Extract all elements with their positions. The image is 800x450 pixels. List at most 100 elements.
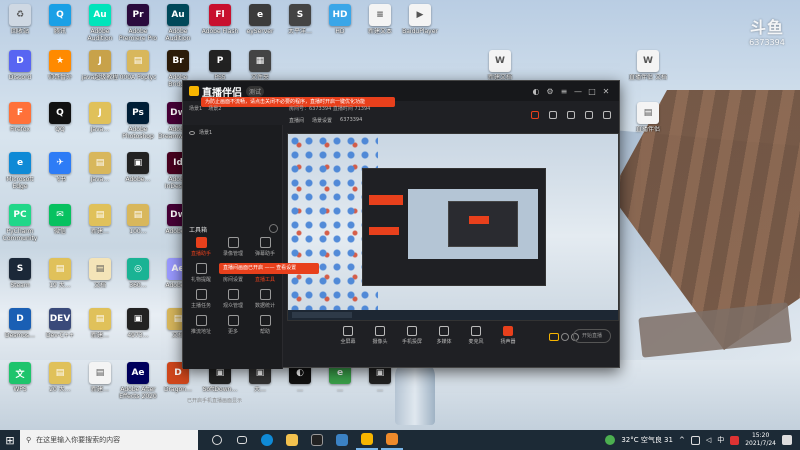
desktop-icon[interactable]: Ps Adobe Photoshop <box>118 100 158 144</box>
desktop-icon[interactable]: PC PyCharm Community <box>0 202 40 246</box>
red-tray-icon[interactable] <box>730 435 740 445</box>
toolbox-item[interactable]: 观众管理 <box>217 289 249 309</box>
desktop-icon[interactable]: ▣ 4973… <box>118 306 158 350</box>
menu-icon[interactable]: ≡ <box>557 87 571 96</box>
desktop-icon[interactable]: ◎ 360… <box>118 256 158 300</box>
toolbox-item[interactable]: 更多 <box>217 315 249 335</box>
desktop-icon[interactable]: ▤ 新建… <box>80 360 120 404</box>
douyu-app-icon[interactable] <box>356 430 378 450</box>
toolbox-popup[interactable]: 直播间画面已开启 —— 查看设置 <box>219 263 319 274</box>
desktop-icon[interactable]: Q 腾讯 <box>40 2 80 46</box>
language-indicator[interactable]: 中 <box>717 435 724 445</box>
live-streaming-app-window[interactable]: 直播伴侣 测试 ◐ ⚙ ≡ — □ ✕ 为防止画面不流畅，请点击关闭不必要的程序… <box>182 80 620 404</box>
desktop-icon[interactable]: ✉ 微信 <box>40 202 80 246</box>
desktop-icon[interactable]: 文 WPS <box>0 360 40 404</box>
desktop-icon[interactable]: ▤ 19 大… <box>40 256 80 300</box>
toolbox-item[interactable]: 弹幕助手 <box>249 237 281 257</box>
desktop-icon[interactable]: ▣ Adobe… <box>118 150 158 194</box>
toolbox-item[interactable]: 数据统计 <box>249 289 281 309</box>
info-item[interactable]: 场景设置 <box>312 117 332 124</box>
layout-icon[interactable] <box>549 111 557 119</box>
desktop-icon[interactable]: ≡ 新建文本 <box>360 2 400 46</box>
desktop-icon[interactable]: ✈ 飞书 <box>40 150 80 194</box>
desktop-icon[interactable]: ♻ 回收站 <box>0 2 40 46</box>
desktop-icon[interactable]: ▤ 20 大… <box>40 360 80 404</box>
close-button[interactable]: ✕ <box>599 87 613 96</box>
chrome-tray-icon[interactable] <box>605 435 616 445</box>
toolbox-item[interactable]: 主播任务 <box>185 289 217 309</box>
volume-icon[interactable]: ◁ <box>706 436 711 444</box>
desktop-icon[interactable]: Fl Adobe Flash <box>200 2 240 46</box>
desktop-icon[interactable]: W 直播伴侣 文档 <box>628 48 668 92</box>
taskview-icon[interactable] <box>231 430 253 450</box>
clock[interactable]: 15:20 2021/7/24 <box>745 432 776 448</box>
desktop-icon[interactable]: Q QQ <box>40 100 80 144</box>
desktop-icon[interactable]: ★ 帅哥番外 <box>40 48 80 92</box>
desktop-icon[interactable]: D Desmos… <box>0 306 40 350</box>
info-item[interactable]: 直播间 <box>289 117 304 124</box>
weather-text[interactable]: 32°C 空气良 31 <box>621 435 673 445</box>
taskbar-search[interactable]: ⚲ 在这里输入你要搜索的内容 <box>20 430 198 450</box>
desktop-icon[interactable]: F Firefox <box>0 100 40 144</box>
toolbox-collapse-icon[interactable] <box>269 224 278 233</box>
desktop-icon[interactable]: S 太平洋… <box>280 2 320 46</box>
task-view-icon[interactable] <box>206 430 228 450</box>
unity-icon[interactable] <box>306 430 328 450</box>
desktop-icon-label: Discord <box>8 74 32 81</box>
desktop-icon[interactable]: Ae Adobe After Effects 2020 <box>118 360 158 404</box>
eye-icon[interactable] <box>189 130 195 135</box>
desktop-icon[interactable]: e eyServer <box>240 2 280 46</box>
windows-start-icon[interactable]: ⊞ <box>0 430 20 450</box>
desktop-icon[interactable]: J Java… <box>80 100 120 144</box>
footnote-checkbox[interactable]: 已开启手机直播画面显示 <box>187 397 242 404</box>
network-icon[interactable] <box>690 435 700 445</box>
desktop-icon[interactable]: Au Adobe Audition 2020 <box>158 2 198 46</box>
share-icon[interactable] <box>603 111 611 119</box>
desktop-icon[interactable]: Au Adobe Audition 2020 <box>80 2 120 46</box>
maximize-button[interactable]: □ <box>585 87 599 96</box>
desktop-icon[interactable]: DEV Dev-C++ <box>40 306 80 350</box>
start-live-button[interactable]: 开始直播 <box>573 329 611 343</box>
scene-list-item[interactable]: 场景1 <box>183 125 282 140</box>
stream-preview[interactable] <box>287 133 619 321</box>
desktop-icon[interactable]: ▤ Java… <box>80 150 120 194</box>
grid-icon[interactable] <box>567 111 575 119</box>
desktop-icon[interactable]: ▤ 直播伴侣 <box>628 100 668 144</box>
toolbox-item[interactable]: 录像管理 <box>217 237 249 257</box>
desktop-icon[interactable]: ▤ 新建… <box>80 306 120 350</box>
desktop-icon[interactable]: S Steam <box>0 256 40 300</box>
desktop-icon[interactable]: ▤ 000A Poplyc <box>118 48 158 92</box>
background-figure <box>395 360 435 425</box>
info-icon[interactable] <box>561 333 569 341</box>
toolbox-item[interactable]: 推流地址 <box>185 315 217 335</box>
folder-app-icon[interactable] <box>381 430 403 450</box>
tab-scene-2[interactable]: 场景2 <box>208 105 221 115</box>
desktop-icon[interactable]: ▤ 新建… <box>80 202 120 246</box>
notification-icon[interactable] <box>782 435 792 445</box>
minimize-button[interactable]: — <box>571 87 585 96</box>
toolbox-item[interactable]: 礼物提醒 <box>185 263 217 283</box>
desktop-icon[interactable]: ▤ 100… <box>118 202 158 246</box>
skin-icon[interactable]: ◐ <box>529 87 543 96</box>
camera-icon[interactable] <box>549 333 559 341</box>
desktop-icon[interactable]: ▶ BaiduPlayer <box>400 2 440 46</box>
bell-icon[interactable] <box>585 111 593 119</box>
desktop-icon[interactable]: e Microsoft Edge <box>0 150 40 194</box>
lock-icon[interactable] <box>531 111 539 119</box>
desktop-icon[interactable]: ▤ 文档 <box>80 256 120 300</box>
settings-icon[interactable]: ⚙ <box>543 87 557 96</box>
file-explorer-icon[interactable] <box>281 430 303 450</box>
scene-tabs[interactable]: 场景1 场景2 <box>183 105 283 115</box>
desktop-icon[interactable]: D Discord <box>0 48 40 92</box>
edge-icon[interactable] <box>256 430 278 450</box>
tab-scene-1[interactable]: 场景1 <box>189 105 202 115</box>
desktop-icon[interactable]: HD HD <box>320 2 360 46</box>
toolbox-item[interactable]: 帮助 <box>249 315 281 335</box>
desktop-icon[interactable]: Pr Adobe Premiere Pro 2020 <box>118 2 158 46</box>
chevron-up-icon[interactable]: ^ <box>679 436 685 444</box>
desktop-icon-label: 19 大… <box>49 282 71 289</box>
toolbox-item[interactable]: 直播助手 <box>185 237 217 257</box>
desktop-icon[interactable]: Jjava超级教程 <box>80 48 120 92</box>
desktop-icon-label: Firefox <box>10 126 30 133</box>
store-icon[interactable] <box>331 430 353 450</box>
